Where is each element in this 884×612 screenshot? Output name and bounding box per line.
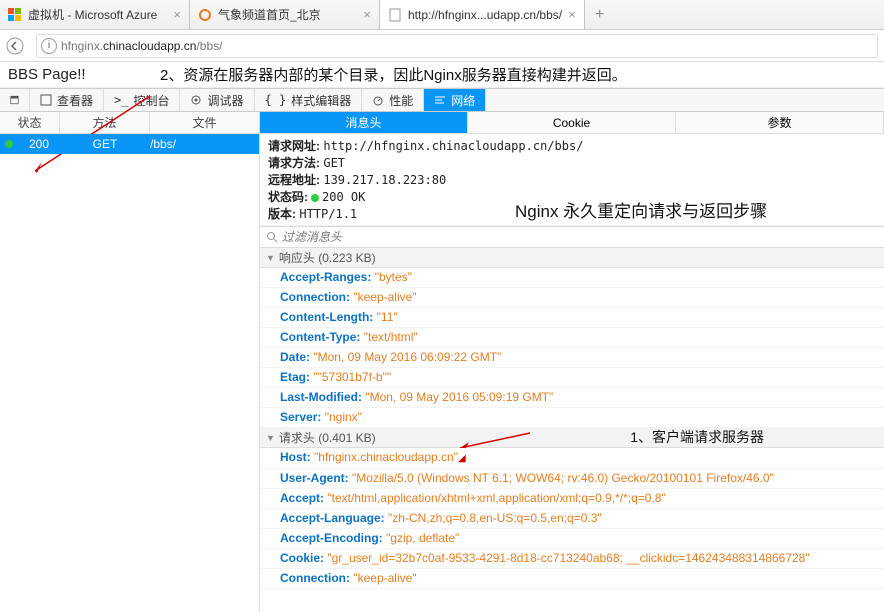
label-status: 状态码:: [268, 190, 308, 204]
tab-debugger[interactable]: 调试器: [180, 89, 254, 111]
val-remote: 139.217.18.223:80: [323, 173, 446, 187]
status-dot-icon: [0, 140, 18, 148]
swirl-icon: [198, 8, 212, 22]
status-dot-icon: [311, 194, 319, 202]
info-icon[interactable]: i: [41, 38, 57, 54]
req-status: 200: [18, 137, 60, 151]
col-method[interactable]: 方法: [60, 112, 150, 133]
tab-nginx[interactable]: http://hfnginx...udapp.cn/bbs/ ×: [380, 0, 585, 29]
close-icon[interactable]: ×: [568, 7, 576, 22]
close-icon[interactable]: ×: [363, 7, 371, 22]
req-file: /bbs/: [150, 137, 259, 151]
url-text: hfnginx.chinacloudapp.cn/bbs/: [61, 39, 222, 53]
label-url: 请求网址:: [268, 139, 320, 153]
col-status[interactable]: 状态: [0, 112, 60, 133]
annotation-arrow-1: [455, 428, 535, 448]
devtools-toolbar: 查看器 >_控制台 调试器 { }样式编辑器 性能 网络: [0, 88, 884, 112]
request-list: 200 GET /bbs/: [0, 134, 260, 612]
url-input[interactable]: i hfnginx.chinacloudapp.cn/bbs/: [36, 34, 878, 58]
header-line: Accept: "text/html,application/xhtml+xml…: [260, 489, 884, 509]
close-icon[interactable]: ×: [173, 7, 181, 22]
header-line: User-Agent: "Mozilla/5.0 (Windows NT 6.1…: [260, 469, 884, 489]
tab-console[interactable]: >_控制台: [104, 89, 180, 111]
back-button[interactable]: [0, 31, 30, 61]
header-line: Date: "Mon, 09 May 2016 06:09:22 GMT": [260, 348, 884, 368]
label-remote: 远程地址:: [268, 173, 320, 187]
header-line: Etag: ""57301b7f-b"": [260, 368, 884, 388]
header-line: Host: "hfnginx.chinacloudapp.cn"◢: [260, 448, 884, 469]
annotation-nginx: Nginx 永久重定向请求与返回步骤: [515, 197, 767, 222]
tab-style[interactable]: { }样式编辑器: [255, 89, 363, 111]
val-version: HTTP/1.1: [299, 207, 357, 221]
val-url: http://hfnginx.chinacloudapp.cn/bbs/: [323, 139, 583, 153]
header-line: Last-Modified: "Mon, 09 May 2016 05:09:1…: [260, 388, 884, 408]
tab-performance[interactable]: 性能: [362, 89, 424, 111]
chevron-down-icon: ▼: [266, 253, 275, 263]
tab-network[interactable]: 网络: [424, 89, 486, 111]
request-row[interactable]: 200 GET /bbs/: [0, 134, 259, 154]
url-bar: i hfnginx.chinacloudapp.cn/bbs/: [0, 30, 884, 62]
dock-button[interactable]: [0, 89, 30, 111]
header-line: Connection: "keep-alive": [260, 288, 884, 308]
browser-tabs: 虚拟机 - Microsoft Azure × 气象频道首页_北京 × http…: [0, 0, 884, 30]
page-content: BBS Page!! 2、资源在服务器内部的某个目录，因此Nginx服务器直接构…: [0, 62, 884, 88]
network-header: 状态 方法 文件 消息头 Cookie 参数: [0, 112, 884, 134]
val-status: 200 OK: [322, 190, 365, 204]
header-line: Accept-Encoding: "gzip, deflate": [260, 529, 884, 549]
val-method: GET: [323, 156, 345, 170]
tab-label: 虚拟机 - Microsoft Azure: [28, 6, 167, 23]
header-line: Cookie: "gr_user_id=32b7c0af-9533-4291-8…: [260, 549, 884, 569]
header-line: Server: "nginx": [260, 408, 884, 428]
header-line: Accept-Ranges: "bytes": [260, 268, 884, 288]
header-line: Content-Length: "11": [260, 308, 884, 328]
subtab-cookie[interactable]: Cookie: [468, 112, 676, 133]
request-section[interactable]: ▼请求头 (0.401 KB) 1、客户端请求服务器: [260, 428, 884, 448]
label-method: 请求方法:: [268, 156, 320, 170]
blank-icon: [388, 8, 402, 22]
filter-input[interactable]: [282, 230, 878, 244]
search-icon: [266, 231, 278, 243]
subtab-params[interactable]: 参数: [676, 112, 884, 133]
tab-label: 气象频道首页_北京: [218, 6, 357, 23]
chevron-down-icon: ▼: [266, 433, 275, 443]
req-method: GET: [60, 137, 150, 151]
tab-azure[interactable]: 虚拟机 - Microsoft Azure ×: [0, 0, 190, 29]
filter-row: [260, 226, 884, 248]
header-line: Accept-Language: "zh-CN,zh;q=0.8,en-US;q…: [260, 509, 884, 529]
arrow-marker-icon: ◢: [458, 453, 466, 464]
tab-weather[interactable]: 气象频道首页_北京 ×: [190, 0, 380, 29]
subtab-headers[interactable]: 消息头: [260, 112, 468, 133]
tab-inspector[interactable]: 查看器: [30, 89, 104, 111]
label-version: 版本:: [268, 207, 296, 221]
response-section[interactable]: ▼响应头 (0.223 KB): [260, 248, 884, 268]
col-file[interactable]: 文件: [150, 112, 260, 133]
annotation-2: 2、资源在服务器内部的某个目录，因此Nginx服务器直接构建并返回。: [160, 64, 627, 85]
new-tab-button[interactable]: +: [585, 0, 615, 29]
header-line: Connection: "keep-alive": [260, 569, 884, 589]
page-title: BBS Page!!: [8, 66, 86, 83]
header-line: Content-Type: "text/html": [260, 328, 884, 348]
annotation-1: 1、客户端请求服务器: [630, 427, 764, 447]
azure-icon: [8, 8, 22, 22]
tab-label: http://hfnginx...udapp.cn/bbs/: [408, 8, 562, 22]
